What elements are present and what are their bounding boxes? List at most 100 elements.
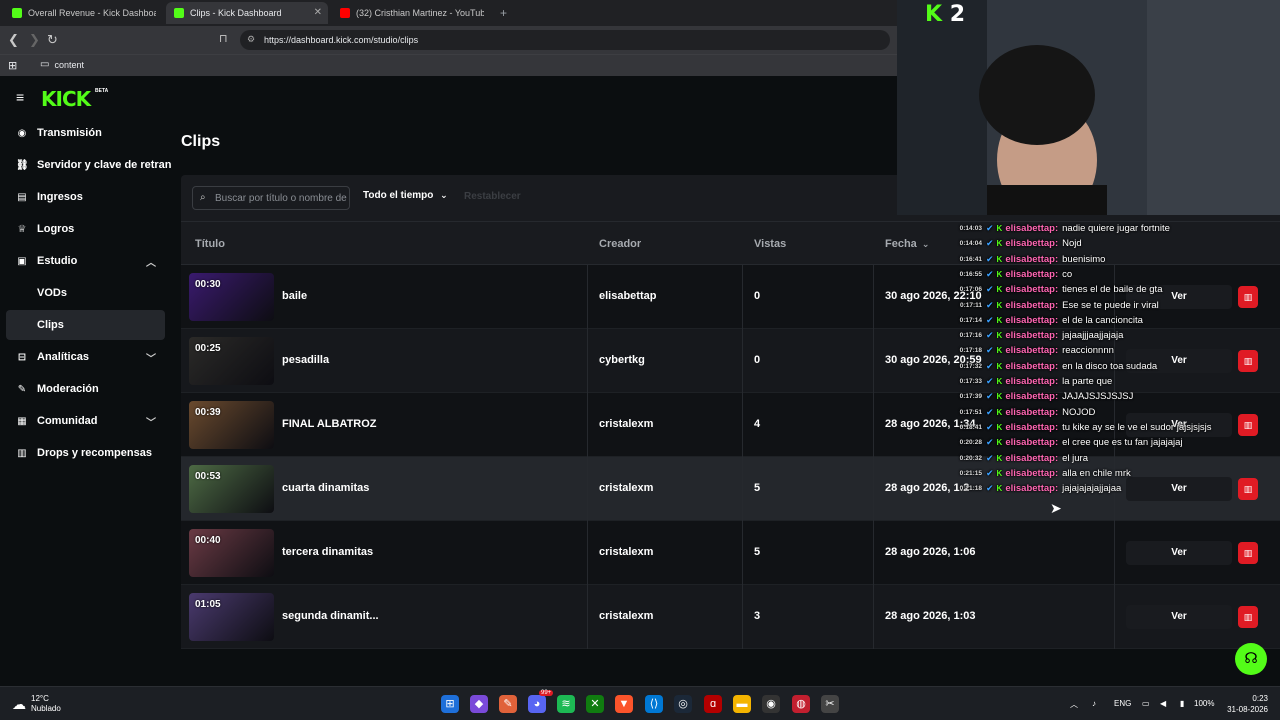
sidebar-item-label: Logros	[37, 223, 75, 235]
support-button[interactable]: ☊	[1235, 643, 1267, 675]
site-info-icon[interactable]: ⚙	[247, 34, 255, 45]
table-row[interactable]: 00:40 tercera dinamitas cristalexm 5 28 ago …	[181, 521, 1280, 585]
sidebar-item-estudio[interactable]: ▣ Estudio ︿	[0, 246, 172, 276]
clip-thumbnail[interactable]: 00:25	[189, 337, 274, 385]
new-tab-icon[interactable]: +	[500, 6, 507, 20]
delete-clip-button[interactable]: ▥	[1238, 606, 1258, 628]
bookmark-folder-content[interactable]: ▭ content	[40, 59, 84, 70]
bookmark-icon[interactable]: ⊓	[219, 32, 228, 45]
browser-tab-youtube[interactable]: (32) Cristhian Martinez - YouTube	[332, 2, 492, 24]
chat-timestamp: 0:18:41	[959, 423, 982, 431]
clip-creator[interactable]: cristalexm	[599, 546, 653, 558]
sidebar-item-transmision[interactable]: ◉ Transmisión	[0, 118, 172, 148]
chat-message: 0:16:55 ✔ Kelisabettap: co	[955, 267, 1073, 282]
reload-icon[interactable]: ↻	[47, 32, 58, 48]
sidebar-item-comunidad[interactable]: ▦ Comunidad ﹀	[0, 406, 172, 436]
table-row[interactable]: 01:05 segunda dinamit... cristalexm 3 28 ago…	[181, 585, 1280, 649]
clip-title[interactable]: FINAL ALBATROZ	[282, 418, 377, 430]
clip-thumbnail[interactable]: 01:05	[189, 593, 274, 641]
clip-creator[interactable]: cristalexm	[599, 418, 653, 430]
kick-badge-icon: K	[996, 239, 1003, 249]
time-filter-dropdown[interactable]: Todo el tiempo ⌄	[363, 190, 448, 201]
app-circle-icon[interactable]: ◍	[792, 695, 810, 713]
language-indicator[interactable]: ENG	[1114, 699, 1131, 708]
xbox-icon[interactable]: ✕	[586, 695, 604, 713]
sidebar-item-label: Ingresos	[37, 191, 83, 203]
file-explorer-icon[interactable]: ▬	[733, 695, 751, 713]
battery-icon[interactable]: ▮	[1180, 699, 1184, 708]
delete-clip-button[interactable]: ▥	[1238, 542, 1258, 564]
clip-thumbnail[interactable]: 00:30	[189, 273, 274, 321]
chat-username: elisabettap:	[1005, 406, 1059, 418]
tray-chevron-icon[interactable]: ︿	[1070, 699, 1078, 710]
column-divider	[742, 265, 743, 329]
column-creator: Creador	[599, 238, 642, 250]
obs-icon[interactable]: ◉	[762, 695, 780, 713]
clip-title[interactable]: baile	[282, 290, 307, 302]
reset-button[interactable]: Restablecer	[464, 191, 521, 202]
chat-timestamp: 0:17:16	[959, 332, 982, 340]
verified-badge-icon: ✔	[986, 330, 994, 341]
analytics-icon: ⊟	[17, 351, 27, 363]
capcut-icon[interactable]: ✂	[821, 695, 839, 713]
clip-thumbnail[interactable]: 00:40	[189, 529, 274, 577]
forward-icon[interactable]: ❯	[29, 32, 40, 48]
browser-tab-clips[interactable]: Clips - Kick Dashboard ✕	[166, 2, 328, 24]
network-icon[interactable]: ▭	[1142, 699, 1150, 708]
chat-username: elisabettap:	[1005, 437, 1059, 449]
kick-logo[interactable]: KICK	[41, 87, 91, 111]
sidebar-item-analiticas[interactable]: ⊟ Analíticas ﹀	[0, 342, 172, 372]
clip-creator[interactable]: elisabettap	[599, 290, 656, 302]
chat-text: reaccionnnn	[1062, 345, 1114, 357]
system-clock[interactable]: 0:23 31-08-2026	[1227, 693, 1268, 715]
sidebar-item-servidor[interactable]: ⛓ Servidor y clave de retransmisión	[0, 150, 172, 180]
tab-label: Clips - Kick Dashboard	[190, 8, 282, 18]
discord-icon[interactable]: ◕	[528, 695, 546, 713]
chat-timestamp: 0:17:33	[959, 378, 982, 385]
clip-title[interactable]: cuarta dinamitas	[282, 482, 369, 494]
copilot-icon[interactable]: ◆	[470, 695, 488, 713]
url-field[interactable]: ⚙ https://dashboard.kick.com/studio/clip…	[240, 30, 890, 50]
sidebar-item-logros[interactable]: ♕ Logros	[0, 214, 172, 244]
weather-widget[interactable]: ☁ 12°C Nublado	[12, 694, 61, 714]
browser-tab-revenue[interactable]: Overall Revenue - Kick Dashboard	[4, 2, 164, 24]
clip-creator[interactable]: cristalexm	[599, 482, 653, 494]
clip-title[interactable]: segunda dinamit...	[282, 610, 379, 622]
clip-title[interactable]: tercera dinamitas	[282, 546, 373, 558]
chat-timestamp: 0:17:18	[959, 347, 982, 355]
chat-message: 0:14:04 ✔ Kelisabettap: Nojd	[955, 236, 1082, 251]
column-date[interactable]: Fecha ⌄	[885, 238, 929, 250]
microphone-icon[interactable]: ♪	[1092, 699, 1096, 708]
steam-icon[interactable]: ◎	[674, 695, 692, 713]
clip-thumbnail[interactable]: 00:53	[189, 465, 274, 513]
menu-icon[interactable]: ≡	[16, 89, 24, 105]
sidebar-item-moderacion[interactable]: ✎ Moderación	[0, 374, 172, 404]
brave-icon[interactable]: ▼	[615, 695, 633, 713]
column-divider	[742, 521, 743, 585]
sidebar-subitem-vods[interactable]: VODs	[6, 278, 165, 308]
sidebar-subitem-clips[interactable]: Clips	[6, 310, 165, 340]
volume-icon[interactable]: ◀	[1160, 699, 1166, 708]
windows-start-icon[interactable]: ⊞	[441, 695, 459, 713]
chat-message: 0:17:06 ✔ Kelisabettap: tienes el de baile …	[955, 282, 1163, 297]
chat-text: la parte que	[1062, 376, 1113, 387]
vscode-icon[interactable]: ⟨⟩	[645, 695, 663, 713]
view-clip-button[interactable]: Ver	[1126, 541, 1232, 565]
chat-username: elisabettap:	[1005, 253, 1059, 265]
clip-title[interactable]: pesadilla	[282, 354, 329, 366]
sidebar-item-ingresos[interactable]: ▤ Ingresos	[0, 182, 172, 212]
chat-message: 0:17:39 ✔ Kelisabettap: JAJAJSJSJSJSJ	[955, 389, 1134, 404]
spotify-icon[interactable]: ≋	[557, 695, 575, 713]
search-input[interactable]: ⌕ Buscar por título o nombre de creador	[192, 186, 350, 210]
app-red-icon[interactable]: ɑ	[704, 695, 722, 713]
close-tab-icon[interactable]: ✕	[314, 7, 322, 18]
paint-icon[interactable]: ✎	[499, 695, 517, 713]
back-icon[interactable]: ❮	[8, 32, 19, 48]
cam-logo-k: K	[925, 2, 943, 27]
view-clip-button[interactable]: Ver	[1126, 605, 1232, 629]
clip-creator[interactable]: cybertkg	[599, 354, 645, 366]
apps-grid-icon[interactable]: ⊞	[8, 59, 17, 72]
clip-creator[interactable]: cristalexm	[599, 610, 653, 622]
sidebar-item-drops[interactable]: ▥ Drops y recompensas	[0, 438, 172, 468]
clip-thumbnail[interactable]: 00:39	[189, 401, 274, 449]
